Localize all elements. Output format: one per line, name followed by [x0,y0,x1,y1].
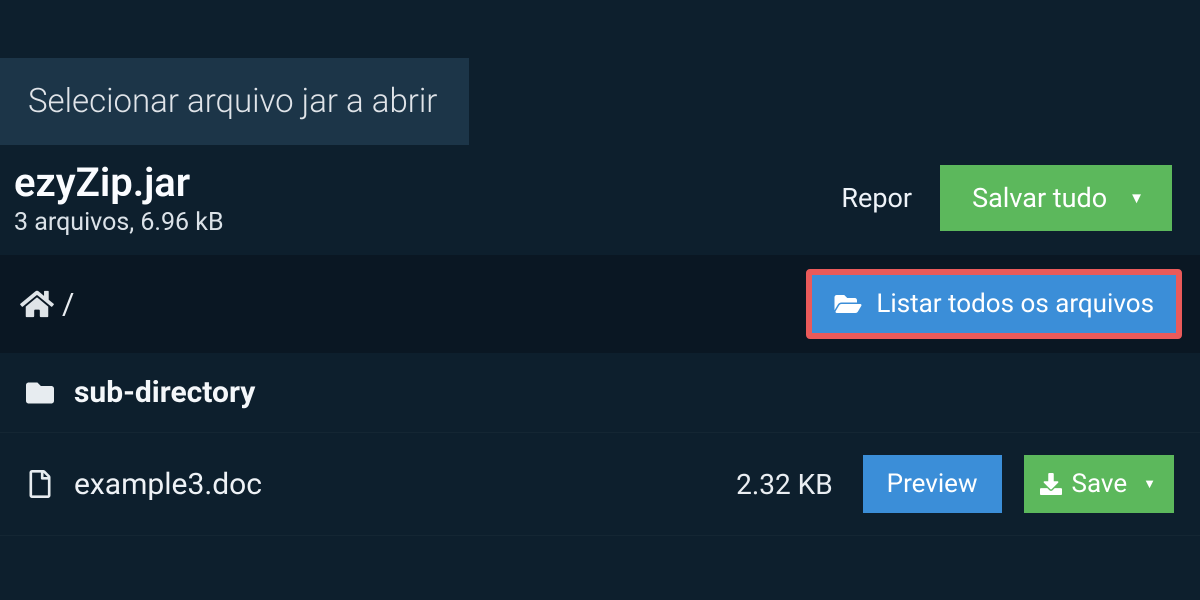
list-all-files-button[interactable]: Listar todos os arquivos [812,275,1176,333]
caret-down-icon: ▼ [1143,476,1156,492]
save-label: Save [1072,469,1128,499]
folder-icon [24,379,56,407]
table-row: example3.doc 2.32 KB Preview Save ▼ [0,433,1200,536]
tab-bar: Selecionar arquivo jar a abrir [0,58,1200,145]
list-all-label: Listar todos os arquivos [876,289,1154,319]
reset-button[interactable]: Repor [841,182,912,214]
caret-down-icon: ▼ [1129,189,1144,207]
file-header-left: ezyZip.jar 3 arquivos, 6.96 kB [14,159,224,237]
table-row[interactable]: sub-directory [0,353,1200,433]
save-all-button[interactable]: Salvar tudo ▼ [940,165,1172,231]
archive-meta: 3 arquivos, 6.96 kB [14,208,224,237]
file-header: ezyZip.jar 3 arquivos, 6.96 kB Repor Sal… [0,145,1200,255]
tab-select-file[interactable]: Selecionar arquivo jar a abrir [0,58,469,145]
row-left: sub-directory [24,375,255,410]
file-icon [24,470,56,498]
preview-button[interactable]: Preview [863,455,1002,513]
top-spacer [0,0,1200,58]
breadcrumb-separator: / [62,287,74,322]
row-right: 2.32 KB Preview Save ▼ [736,455,1174,513]
home-icon [20,289,54,319]
archive-name: ezyZip.jar [14,159,224,206]
save-button[interactable]: Save ▼ [1024,455,1174,513]
directory-name: sub-directory [74,375,255,410]
folder-open-icon [834,292,862,316]
file-header-right: Repor Salvar tudo ▼ [841,165,1172,231]
breadcrumb[interactable]: / [20,287,74,322]
download-icon [1040,473,1062,495]
list-all-highlight: Listar todos os arquivos [806,269,1182,339]
row-left: example3.doc [24,467,262,502]
file-name: example3.doc [74,467,262,502]
breadcrumb-row: / Listar todos os arquivos [0,255,1200,353]
save-all-label: Salvar tudo [972,182,1107,214]
file-size: 2.32 KB [736,468,833,501]
